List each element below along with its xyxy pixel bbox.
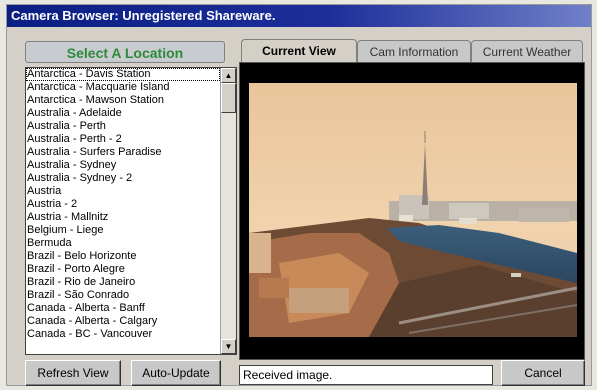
location-list-item[interactable]: Antarctica - Davis Station xyxy=(26,68,220,81)
auto-update-button[interactable]: Auto-Update xyxy=(131,360,221,386)
location-list-item[interactable]: Austria - Mallnitz xyxy=(26,211,220,224)
location-list-item[interactable]: Canada - Alberta - Calgary xyxy=(26,315,220,328)
location-list-item[interactable]: Austria xyxy=(26,185,220,198)
location-list-item[interactable]: Australia - Perth - 2 xyxy=(26,133,220,146)
tab-cam-information[interactable]: Cam Information xyxy=(357,40,471,62)
location-list-scrollbar[interactable]: ▲ ▼ xyxy=(220,68,236,354)
camera-browser-window: Camera Browser: Unregistered Shareware. … xyxy=(6,4,592,386)
status-field: Received image. xyxy=(239,365,493,385)
cancel-button[interactable]: Cancel xyxy=(501,360,585,386)
camera-view-panel xyxy=(239,62,585,360)
location-list-item[interactable]: Brazil - São Conrado xyxy=(26,289,220,302)
location-list-item[interactable]: Antarctica - Mawson Station xyxy=(26,94,220,107)
location-list-item[interactable]: Austria - 2 xyxy=(26,198,220,211)
location-list-item[interactable]: Australia - Surfers Paradise xyxy=(26,146,220,159)
location-list-item[interactable]: Brazil - Porto Alegre xyxy=(26,263,220,276)
paris-skyline-picture xyxy=(249,83,577,337)
tab-current-view[interactable]: Current View xyxy=(241,39,357,63)
location-list-item[interactable]: Australia - Sydney - 2 xyxy=(26,172,220,185)
location-list-item[interactable]: Brazil - Rio de Janeiro xyxy=(26,276,220,289)
up-arrow-icon[interactable]: ▲ xyxy=(221,68,236,83)
location-list-item[interactable]: Canada - BC - Vancouver xyxy=(26,328,220,341)
location-list[interactable]: Antarctica - Davis Station Antarctica - M… xyxy=(25,67,237,355)
location-list-item[interactable]: Canada - Alberta - Banff xyxy=(26,302,220,315)
location-list-items: Antarctica - Davis Station Antarctica - M… xyxy=(26,68,220,354)
tab-current-weather[interactable]: Current Weather xyxy=(471,40,583,62)
webcam-image xyxy=(249,83,577,337)
refresh-view-button[interactable]: Refresh View xyxy=(25,360,121,386)
location-list-item[interactable]: Australia - Perth xyxy=(26,120,220,133)
location-header: Select A Location xyxy=(25,41,225,63)
location-list-item[interactable]: Australia - Sydney xyxy=(26,159,220,172)
location-list-item[interactable]: Belgium - Liege xyxy=(26,224,220,237)
down-arrow-icon[interactable]: ▼ xyxy=(221,339,236,354)
view-tabs: Current View Cam Information Current Wea… xyxy=(239,39,585,63)
scrollbar-thumb[interactable] xyxy=(221,83,236,113)
window-title: Camera Browser: Unregistered Shareware. xyxy=(7,5,591,27)
location-list-item[interactable]: Bermuda xyxy=(26,237,220,250)
location-list-item[interactable]: Brazil - Belo Horizonte xyxy=(26,250,220,263)
location-list-item[interactable]: Antarctica - Macquarie Island xyxy=(26,81,220,94)
location-list-item[interactable]: Australia - Adelaide xyxy=(26,107,220,120)
